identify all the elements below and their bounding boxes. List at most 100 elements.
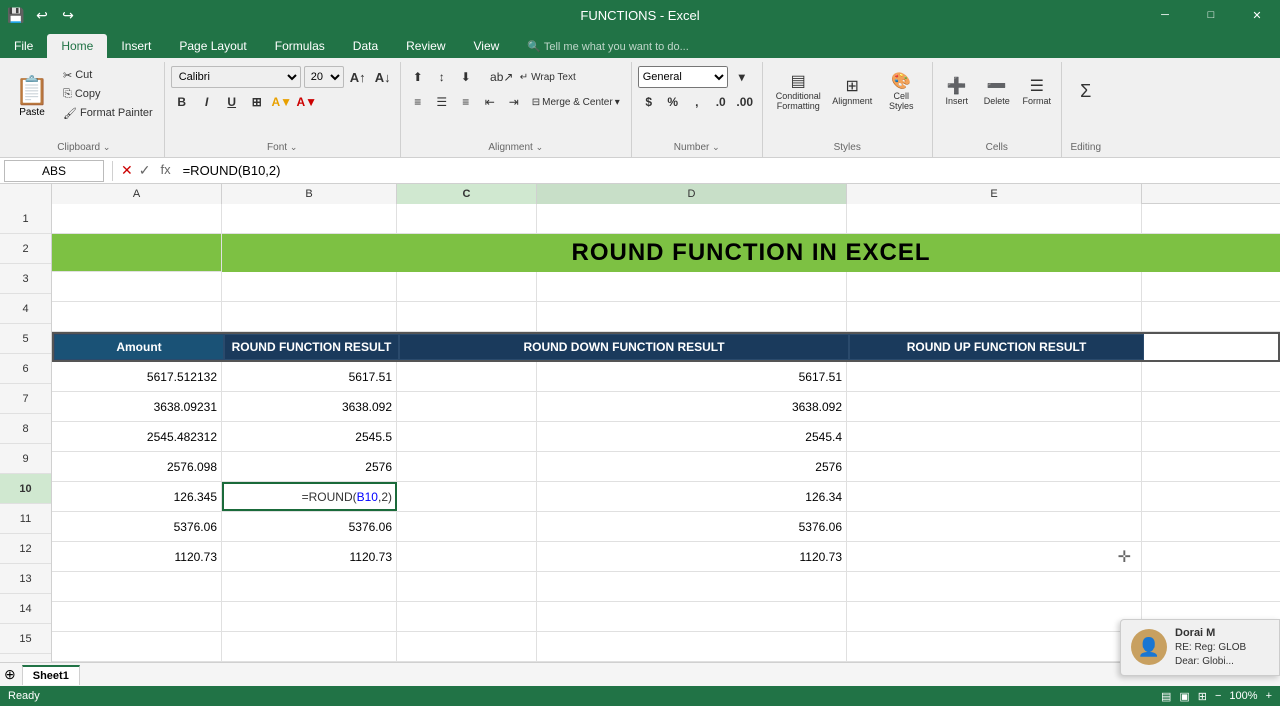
- cell-E9[interactable]: [847, 452, 1142, 481]
- tab-file[interactable]: File: [0, 34, 47, 58]
- cell-C1[interactable]: [397, 204, 537, 233]
- merge-center-button[interactable]: ⊟ Merge & Center ▾: [527, 93, 625, 111]
- toast-notification[interactable]: 👤 Dorai M RE: Reg: GLOBDear: Globi...: [1120, 619, 1280, 676]
- cell-A1[interactable]: [52, 204, 222, 233]
- currency-button[interactable]: $: [638, 91, 660, 113]
- cell-B9[interactable]: 2576: [222, 452, 397, 481]
- tab-home[interactable]: Home: [47, 34, 107, 58]
- cell-A9[interactable]: 2576.098: [52, 452, 222, 481]
- col-header-A[interactable]: A: [52, 184, 222, 204]
- cell-D1[interactable]: [537, 204, 847, 233]
- row-num-8[interactable]: 8: [0, 414, 51, 444]
- increase-indent-button[interactable]: ⇥: [503, 91, 525, 113]
- cell-E13[interactable]: [847, 572, 1142, 601]
- col-header-B[interactable]: B: [222, 184, 397, 204]
- decrease-indent-button[interactable]: ⇤: [479, 91, 501, 113]
- row-num-11[interactable]: 11: [0, 504, 51, 534]
- cell-B14[interactable]: [222, 602, 397, 631]
- cell-B8[interactable]: 2545.5: [222, 422, 397, 451]
- align-bottom-button[interactable]: ⬇: [455, 66, 477, 88]
- redo-icon[interactable]: ↪: [56, 3, 80, 27]
- cell-D12[interactable]: 1120.73: [537, 542, 847, 571]
- tab-page-layout[interactable]: Page Layout: [165, 34, 260, 58]
- cell-C12[interactable]: [397, 542, 537, 571]
- formula-cancel-icon[interactable]: ✕: [121, 162, 133, 179]
- tab-insert[interactable]: Insert: [107, 34, 165, 58]
- percent-button[interactable]: %: [662, 91, 684, 113]
- cell-C15[interactable]: [397, 632, 537, 661]
- undo-icon[interactable]: ↩: [30, 3, 54, 27]
- cell-A12[interactable]: 1120.73: [52, 542, 222, 571]
- view-normal-button[interactable]: ▤: [1161, 690, 1171, 703]
- cell-C3[interactable]: [397, 272, 537, 301]
- row-num-3[interactable]: 3: [0, 264, 51, 294]
- align-right-button[interactable]: ≡: [455, 91, 477, 113]
- row-num-4[interactable]: 4: [0, 294, 51, 324]
- view-layout-button[interactable]: ▣: [1179, 690, 1189, 703]
- cell-A10[interactable]: 126.345: [52, 482, 222, 511]
- cell-D10[interactable]: 126.34: [537, 482, 847, 511]
- tab-review[interactable]: Review: [392, 34, 459, 58]
- borders-button[interactable]: ⊞: [246, 91, 268, 113]
- number-format-dropdown[interactable]: ▾: [731, 66, 753, 88]
- cell-A7[interactable]: 3638.09231: [52, 392, 222, 421]
- font-color-button[interactable]: A▼: [296, 91, 318, 113]
- italic-button[interactable]: I: [196, 91, 218, 113]
- align-left-button[interactable]: ≡: [407, 91, 429, 113]
- col-header-D[interactable]: D: [537, 184, 847, 204]
- row-num-12[interactable]: 12: [0, 534, 51, 564]
- add-sheet-button[interactable]: ⊕: [4, 666, 16, 683]
- paste-button[interactable]: 📋 Paste: [10, 66, 54, 126]
- cell-B12[interactable]: 1120.73: [222, 542, 397, 571]
- zoom-in-button[interactable]: +: [1266, 690, 1272, 702]
- row-num-6[interactable]: 6: [0, 354, 51, 384]
- close-button[interactable]: ✕: [1234, 0, 1280, 30]
- cell-D9[interactable]: 2576: [537, 452, 847, 481]
- decrease-decimal-button[interactable]: .0: [710, 91, 732, 113]
- autosum-button[interactable]: Σ: [1068, 66, 1104, 116]
- text-direction-button[interactable]: ab↗: [491, 66, 513, 88]
- cell-B7[interactable]: 3638.092: [222, 392, 397, 421]
- comma-button[interactable]: ,: [686, 91, 708, 113]
- formula-confirm-icon[interactable]: ✓: [139, 162, 151, 179]
- cell-E1[interactable]: [847, 204, 1142, 233]
- increase-decimal-button[interactable]: .00: [734, 91, 756, 113]
- tab-formulas[interactable]: Formulas: [261, 34, 339, 58]
- cell-C9[interactable]: [397, 452, 537, 481]
- format-cells-button[interactable]: ☰ Format: [1019, 66, 1055, 116]
- font-grow-button[interactable]: A↑: [347, 66, 369, 88]
- cell-C6[interactable]: [397, 362, 537, 391]
- sheet-tab-1[interactable]: Sheet1: [22, 665, 80, 685]
- row-num-15[interactable]: 15: [0, 624, 51, 654]
- cell-D7[interactable]: 3638.092: [537, 392, 847, 421]
- cell-B3[interactable]: [222, 272, 397, 301]
- cell-A3[interactable]: [52, 272, 222, 301]
- cell-B1[interactable]: [222, 204, 397, 233]
- cell-C11[interactable]: [397, 512, 537, 541]
- align-middle-button[interactable]: ↕: [431, 66, 453, 88]
- cell-E14[interactable]: [847, 602, 1142, 631]
- row-num-5[interactable]: 5: [0, 324, 51, 354]
- cell-E10[interactable]: [847, 482, 1142, 511]
- cell-A11[interactable]: 5376.06: [52, 512, 222, 541]
- delete-cells-button[interactable]: ➖ Delete: [979, 66, 1015, 116]
- font-size-select[interactable]: 20: [304, 66, 344, 88]
- conditional-formatting-button[interactable]: ▤ Conditional Formatting: [773, 66, 823, 116]
- cell-A13[interactable]: [52, 572, 222, 601]
- col-header-C[interactable]: C: [397, 184, 537, 204]
- underline-button[interactable]: U: [221, 91, 243, 113]
- cell-C8[interactable]: [397, 422, 537, 451]
- cell-D14[interactable]: [537, 602, 847, 631]
- fx-icon[interactable]: fx: [160, 162, 170, 179]
- maximize-button[interactable]: □: [1188, 0, 1234, 30]
- cell-C7[interactable]: [397, 392, 537, 421]
- cell-D4[interactable]: [537, 302, 847, 331]
- copy-button[interactable]: ⎘ Copy: [58, 85, 158, 103]
- minimize-button[interactable]: ─: [1142, 0, 1188, 30]
- cell-D6[interactable]: 5617.51: [537, 362, 847, 391]
- cut-button[interactable]: ✂ Cut: [58, 66, 158, 84]
- cell-D11[interactable]: 5376.06: [537, 512, 847, 541]
- format-as-table-button[interactable]: ⊞ Alignment: [827, 66, 877, 116]
- cell-A6[interactable]: 5617.512132: [52, 362, 222, 391]
- row-num-14[interactable]: 14: [0, 594, 51, 624]
